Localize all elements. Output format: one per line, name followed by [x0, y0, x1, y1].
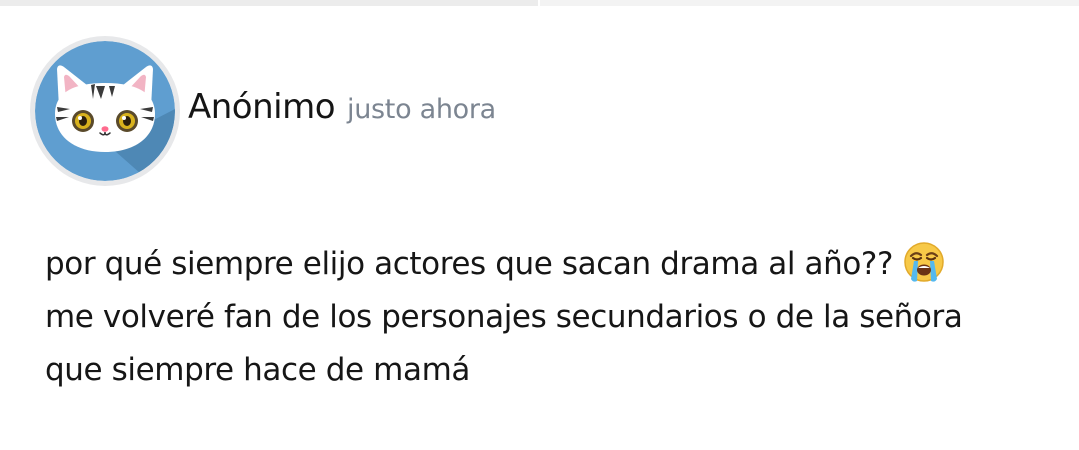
post-body: por qué siempre elijo actores que sacan …: [45, 238, 1045, 397]
top-divider-left: [0, 0, 538, 6]
avatar[interactable]: [30, 36, 180, 186]
post-body-line-1: por qué siempre elijo actores que sacan …: [45, 238, 1045, 291]
cat-avatar-icon: [35, 41, 175, 181]
top-divider-right: [540, 0, 1079, 6]
author-name[interactable]: Anónimo: [188, 87, 336, 127]
top-divider: [0, 0, 1079, 6]
loudly-crying-face-icon: [904, 242, 944, 282]
post-body-line-2: me volveré fan de los personajes secunda…: [45, 299, 963, 335]
post-timestamp: justo ahora: [347, 94, 496, 125]
post-meta: Anónimo justo ahora: [188, 87, 496, 127]
post-body-line-1-text: por qué siempre elijo actores que sacan …: [45, 246, 894, 282]
post-header: Anónimo justo ahora: [30, 36, 496, 186]
post-body-line-3: que siempre hace de mamá: [45, 352, 470, 388]
